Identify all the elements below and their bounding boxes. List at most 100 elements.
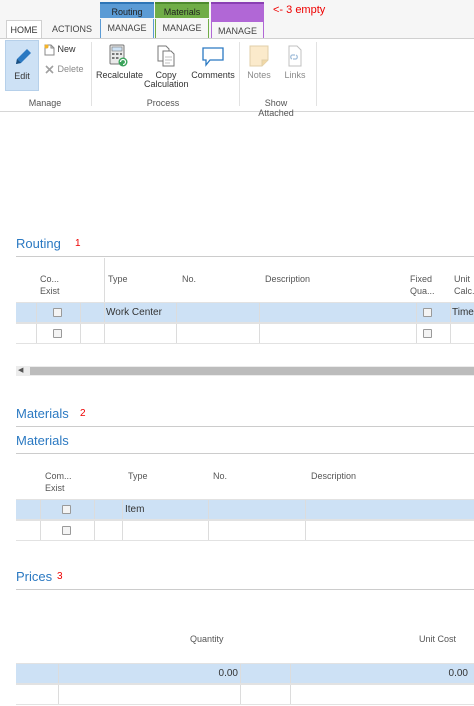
col-label: Com...: [45, 471, 72, 481]
tab-actions[interactable]: ACTIONS: [48, 20, 96, 38]
notes-button[interactable]: Notes: [244, 44, 274, 80]
prices-unit-cost-cell[interactable]: 0.00: [449, 664, 468, 683]
copy-label-line2: Calculation: [144, 79, 189, 89]
delete-x-icon: [45, 65, 54, 74]
ribbon-separator: [239, 42, 240, 106]
cell-divider: [259, 303, 260, 322]
col-label: Fixed: [410, 274, 433, 284]
recalculate-label: Recalculate: [96, 70, 144, 80]
cell-divider: [416, 324, 417, 343]
section-divider: [16, 589, 474, 590]
horizontal-scrollbar[interactable]: ◀: [16, 366, 474, 376]
delete-button[interactable]: Delete: [44, 62, 84, 76]
table-row[interactable]: Work Center Time: [16, 302, 474, 323]
group-label-manage: Manage: [28, 98, 62, 108]
materials-section-title[interactable]: Materials: [16, 406, 69, 421]
col-label: Exist: [45, 483, 65, 493]
calculator-icon: [109, 44, 128, 67]
comments-exist-checkbox[interactable]: [53, 329, 62, 338]
copy-calculation-button[interactable]: Copy Calculation: [144, 44, 189, 89]
table-row[interactable]: [16, 520, 474, 541]
routing-type-cell[interactable]: Work Center: [106, 303, 162, 322]
comments-label: Comments: [191, 70, 235, 80]
cell-divider: [305, 521, 306, 540]
routing-col-no[interactable]: No.: [182, 273, 196, 285]
materials-section-number: 2: [80, 408, 86, 419]
cell-divider: [94, 500, 95, 519]
link-icon: [288, 45, 302, 67]
routing-col-type[interactable]: Type: [108, 273, 128, 285]
tab-routing-manage[interactable]: MANAGE: [100, 19, 154, 38]
cell-divider: [80, 303, 81, 322]
col-label: Co...: [40, 274, 60, 284]
cell-divider: [259, 324, 260, 343]
prices-col-quantity[interactable]: Quantity: [190, 633, 224, 645]
comments-exist-checkbox[interactable]: [62, 505, 71, 514]
cell-divider: [36, 303, 37, 322]
materials-col-type[interactable]: Type: [128, 470, 148, 482]
routing-col-unit-calculation[interactable]: Unit Calc...: [454, 273, 474, 297]
cell-divider: [305, 500, 306, 519]
materials-col-comments[interactable]: Com... Exist: [45, 470, 72, 494]
group-label-show-attached: Show Attached: [258, 98, 294, 118]
comments-exist-checkbox[interactable]: [62, 526, 71, 535]
edit-label: Edit: [14, 71, 30, 81]
cell-divider: [122, 500, 123, 519]
fixed-quantity-checkbox[interactable]: [423, 308, 432, 317]
table-row[interactable]: 0.00 0.00: [16, 663, 474, 684]
cell-divider: [104, 324, 105, 343]
cell-divider: [58, 664, 59, 683]
cell-divider: [290, 664, 291, 683]
cell-divider: [290, 685, 291, 704]
fixed-quantity-checkbox[interactable]: [423, 329, 432, 338]
materials-col-no[interactable]: No.: [213, 470, 227, 482]
cell-divider: [40, 521, 41, 540]
cell-divider: [416, 303, 417, 322]
tab-home[interactable]: HOME: [6, 20, 42, 38]
cell-divider: [122, 521, 123, 540]
cell-divider: [240, 664, 241, 683]
cell-divider: [176, 303, 177, 322]
new-button[interactable]: New: [44, 42, 76, 56]
new-document-icon: [44, 44, 55, 56]
table-row[interactable]: [16, 323, 474, 344]
ribbon-separator: [91, 42, 92, 106]
comments-button[interactable]: Comments: [190, 44, 236, 80]
materials-type-cell[interactable]: Item: [125, 500, 144, 519]
group-label-process: Process: [146, 98, 180, 108]
routing-section-title[interactable]: Routing: [16, 236, 61, 251]
routing-unit-cell[interactable]: Time: [452, 303, 474, 322]
note-icon: [249, 45, 269, 67]
tab-materials-manage[interactable]: MANAGE: [155, 19, 209, 38]
col-label: Exist: [40, 286, 60, 296]
scrollbar-thumb[interactable]: [30, 367, 474, 375]
cell-divider: [208, 521, 209, 540]
routing-col-comments[interactable]: Co... Exist: [40, 273, 60, 297]
prices-section-title[interactable]: Prices: [16, 569, 52, 584]
recalculate-button[interactable]: Recalculate: [96, 44, 144, 80]
new-label: New: [57, 44, 76, 54]
cell-divider: [36, 324, 37, 343]
context-group-empty: [211, 2, 264, 22]
comments-exist-checkbox[interactable]: [53, 308, 62, 317]
table-row[interactable]: Item: [16, 499, 474, 520]
cell-divider: [104, 303, 105, 322]
routing-section-number: 1: [75, 238, 81, 249]
links-button[interactable]: Links: [280, 44, 310, 80]
materials-col-description[interactable]: Description: [311, 470, 356, 482]
prices-col-unit-cost[interactable]: Unit Cost: [419, 633, 456, 645]
copy-document-icon: [157, 45, 175, 67]
routing-col-fixed-quantity[interactable]: Fixed Qua...: [410, 273, 435, 297]
section-divider: [16, 426, 474, 427]
section-divider: [16, 453, 474, 454]
prices-quantity-cell[interactable]: 0.00: [219, 664, 238, 683]
ribbon-separator: [316, 42, 317, 106]
scroll-left-arrow-icon[interactable]: ◀: [18, 367, 23, 375]
table-row[interactable]: [16, 684, 474, 705]
tab-empty-manage[interactable]: MANAGE: [211, 22, 264, 38]
comment-bubble-icon: [202, 47, 224, 67]
routing-col-description[interactable]: Description: [265, 273, 310, 285]
cell-divider: [208, 500, 209, 519]
col-label: Qua...: [410, 286, 435, 296]
edit-button[interactable]: Edit: [5, 40, 39, 91]
